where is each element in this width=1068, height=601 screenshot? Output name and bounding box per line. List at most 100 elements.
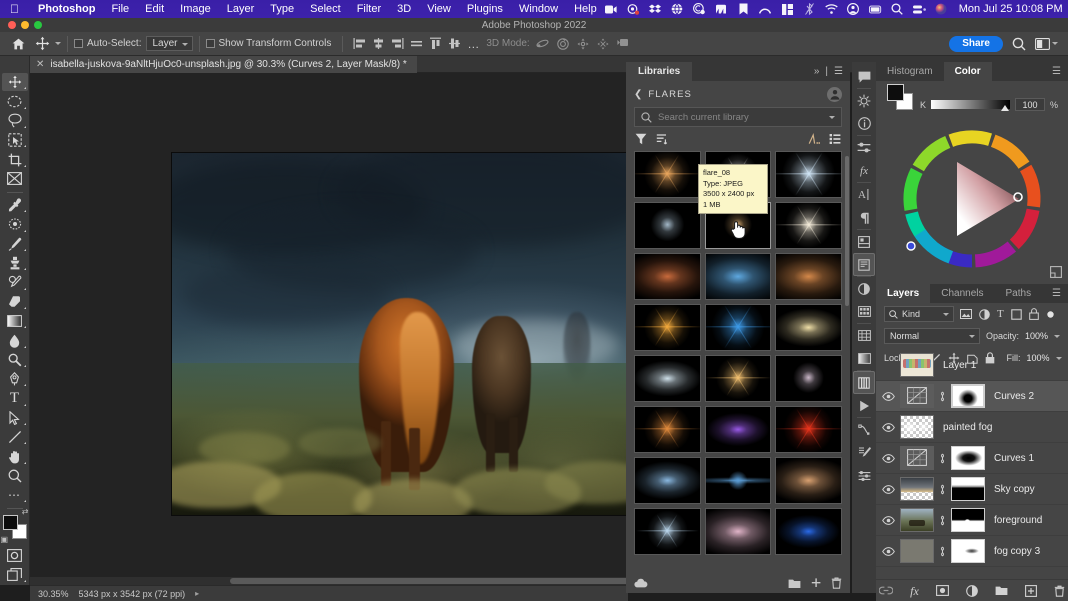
layer-thumbnail[interactable] <box>900 477 934 501</box>
layer-name[interactable]: Layer 1 <box>943 360 976 371</box>
double-chevron-right-icon[interactable]: » <box>814 66 820 77</box>
delete-icon[interactable] <box>831 577 842 589</box>
library-asset-thumbnail[interactable] <box>634 304 701 351</box>
layer-thumbnail[interactable] <box>900 508 934 532</box>
layer-name[interactable]: painted fog <box>943 422 993 433</box>
filter-icon[interactable] <box>635 133 647 145</box>
library-name[interactable]: FLARES <box>648 89 692 100</box>
layer-visibility-toggle[interactable] <box>880 515 896 525</box>
chevron-down-icon[interactable] <box>1052 42 1058 45</box>
tab-layers[interactable]: Layers <box>876 284 931 303</box>
eraser-tool[interactable] <box>2 293 28 311</box>
menu-type[interactable]: Type <box>262 3 302 15</box>
tool-preset-caret-icon[interactable] <box>55 42 61 45</box>
tab-color[interactable]: Color <box>943 62 992 81</box>
screen-record-icon[interactable] <box>605 3 618 16</box>
library-asset-thumbnail[interactable] <box>634 457 701 504</box>
edit-toolbar-button[interactable]: ⋯ <box>2 486 28 504</box>
link-layers-icon[interactable] <box>879 586 894 595</box>
adjustment-layer-thumbnail[interactable] <box>900 446 934 470</box>
apple-logo-icon[interactable]:  <box>0 3 30 15</box>
search-input[interactable] <box>658 111 823 123</box>
layer-thumbnail[interactable] <box>900 353 934 377</box>
tab-channels[interactable]: Channels <box>930 284 994 303</box>
refine-icon[interactable] <box>808 133 820 145</box>
menu-file[interactable]: File <box>103 3 137 15</box>
menu-view[interactable]: View <box>419 3 459 15</box>
patterns-panel-icon[interactable] <box>853 324 875 347</box>
layer-visibility-toggle[interactable] <box>880 453 896 463</box>
tab-libraries[interactable]: Libraries <box>626 62 693 81</box>
swap-colors-icon[interactable]: ⇄ <box>22 507 29 516</box>
rectangle-split-icon[interactable] <box>781 3 794 16</box>
control-center-icon[interactable] <box>912 3 926 16</box>
zoom-level[interactable]: 30.35% <box>38 589 69 599</box>
home-icon[interactable] <box>0 38 35 50</box>
slide-3d-icon[interactable] <box>597 38 609 50</box>
filter-smart-object-icon[interactable] <box>1028 308 1039 320</box>
more-options-icon[interactable]: … <box>461 37 486 51</box>
menu-filter[interactable]: Filter <box>349 3 389 15</box>
library-asset-thumbnail[interactable] <box>775 202 842 249</box>
camera-icon[interactable] <box>627 3 640 16</box>
menu-3d[interactable]: 3D <box>389 3 419 15</box>
foreground-color-swatch[interactable] <box>2 515 18 531</box>
history-brush-tool[interactable] <box>2 273 28 291</box>
add-element-icon[interactable] <box>810 577 822 589</box>
paragraph-panel-icon[interactable] <box>853 206 875 229</box>
menu-select[interactable]: Select <box>302 3 349 15</box>
library-asset-thumbnail[interactable] <box>634 253 701 300</box>
user-avatar-icon[interactable] <box>827 86 842 102</box>
type-tool[interactable]: T <box>2 389 28 407</box>
align-left-icon[interactable] <box>353 37 366 50</box>
arc-icon[interactable] <box>759 3 772 16</box>
zoom-tool[interactable] <box>2 467 28 485</box>
align-center-horizontal-icon[interactable] <box>372 37 385 50</box>
menu-edit[interactable]: Edit <box>137 3 172 15</box>
layer-name[interactable]: Sky copy <box>994 484 1035 495</box>
screen-mode-button[interactable] <box>2 566 28 584</box>
delete-layer-icon[interactable] <box>1054 585 1065 597</box>
align-middle-vertical-icon[interactable] <box>448 37 461 50</box>
blend-mode-select[interactable]: Normal <box>884 328 980 344</box>
library-asset-thumbnail[interactable] <box>775 406 842 453</box>
adjustment-layer-thumbnail[interactable] <box>900 384 934 408</box>
menu-window[interactable]: Window <box>511 3 566 15</box>
canvas-area[interactable] <box>30 73 628 577</box>
layers-panel-icon[interactable] <box>853 371 875 394</box>
share-button[interactable]: Share <box>949 35 1003 52</box>
globe-icon[interactable] <box>671 3 684 16</box>
comment-panel-icon[interactable] <box>853 65 875 88</box>
color-wheel[interactable] <box>897 124 1047 274</box>
library-asset-thumbnail[interactable] <box>775 355 842 402</box>
workspace-switcher-icon[interactable] <box>1035 37 1058 50</box>
crop-tool[interactable] <box>2 150 28 168</box>
mask-link-icon[interactable] <box>938 546 947 557</box>
marquee-tool[interactable] <box>2 92 28 110</box>
filter-type-icon[interactable]: T <box>997 308 1004 320</box>
libraries-scrollbar[interactable] <box>845 156 849 306</box>
eyedropper-tool[interactable] <box>2 196 28 214</box>
roll-3d-icon[interactable] <box>556 37 569 50</box>
library-asset-thumbnail[interactable] <box>634 202 701 249</box>
new-group-icon[interactable] <box>995 585 1008 596</box>
document-canvas[interactable] <box>172 153 627 515</box>
layer-row[interactable]: Layer 1 <box>876 350 1068 381</box>
layer-mask-thumbnail[interactable] <box>951 384 985 408</box>
menu-help[interactable]: Help <box>566 3 605 15</box>
camera-3d-icon[interactable] <box>617 38 631 50</box>
maximize-window-button[interactable] <box>34 21 42 29</box>
layer-mask-thumbnail[interactable] <box>951 446 985 470</box>
library-asset-thumbnail[interactable] <box>775 304 842 351</box>
k-channel-value[interactable]: 100 <box>1014 98 1045 111</box>
mask-link-icon[interactable] <box>938 453 947 464</box>
mask-link-icon[interactable] <box>938 484 947 495</box>
library-asset-thumbnail[interactable] <box>775 253 842 300</box>
close-window-button[interactable] <box>8 21 16 29</box>
panel-menu-icon[interactable]: ☰ <box>1052 66 1068 77</box>
layer-filter-kind-select[interactable]: Kind <box>884 306 954 322</box>
new-adjustment-layer-icon[interactable] <box>965 584 978 597</box>
color-panel-icon[interactable] <box>853 277 875 300</box>
siri-icon[interactable] <box>935 3 948 16</box>
auto-select-scope-select[interactable]: Layer <box>146 36 193 51</box>
